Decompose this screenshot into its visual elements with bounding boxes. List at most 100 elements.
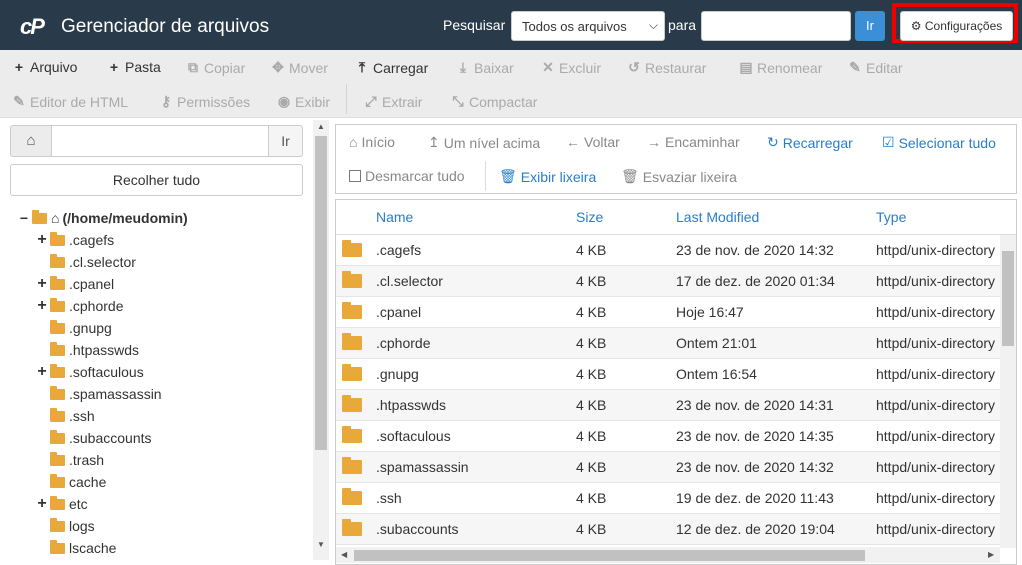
folder-icon (50, 451, 65, 466)
permissions-button[interactable]: ⚷ Permissões (159, 93, 250, 110)
tree-item[interactable]: + .cphorde (36, 295, 123, 317)
move-button[interactable]: ✥ Mover (271, 59, 328, 76)
left-scrollbar[interactable]: ▲ ▼ (313, 120, 329, 560)
table-row[interactable]: .softaculous 4 KB 23 de nov. de 2020 14:35… (336, 421, 1000, 452)
table-row[interactable]: .spamassassin 4 KB 23 de nov. de 2020 14:3… (336, 452, 1000, 483)
tree-item[interactable]: .trash (36, 449, 104, 471)
table-row[interactable]: .subaccounts 4 KB 12 de dez. de 2020 19:04… (336, 514, 1000, 545)
new-file-button[interactable]: + Arquivo (12, 59, 78, 75)
download-button[interactable]: ⤓ Baixar (456, 59, 514, 76)
rename-button[interactable]: ▤ Renomear (739, 59, 822, 76)
chevron-down-icon: ⌵ (648, 18, 658, 32)
new-folder-button[interactable]: + Pasta (107, 59, 161, 75)
tree-item[interactable]: cache (36, 471, 106, 493)
expand-toggle-icon[interactable]: + (36, 295, 48, 317)
path-input[interactable] (51, 125, 269, 157)
tree-item[interactable]: .htpasswds (36, 339, 139, 361)
tree-item[interactable]: .subaccounts (36, 427, 152, 449)
table-row[interactable]: .cphorde 4 KB Ontem 21:01 httpd/unix-direct… (336, 328, 1000, 359)
path-go-button[interactable]: Ir (268, 125, 303, 157)
table-row[interactable]: .cl.selector 4 KB 17 de dez. de 2020 01:34… (336, 266, 1000, 297)
scroll-left-icon[interactable]: ◀ (341, 550, 347, 559)
search-input[interactable] (701, 11, 851, 41)
plus-icon: + (109, 59, 119, 75)
reload-button[interactable]: ↻ Recarregar (767, 134, 853, 151)
restore-button[interactable]: ↺ Restaurar (627, 59, 706, 76)
select-all-button[interactable]: ☑ Selecionar tudo (882, 134, 996, 151)
home-icon[interactable]: ⌂ (10, 125, 52, 157)
table-row[interactable]: .gnupg 4 KB Ontem 16:54 httpd/unix-director… (336, 359, 1000, 390)
file-last-modified: 23 de nov. de 2020 14:31 (676, 397, 834, 413)
column-header-name[interactable]: Name (376, 200, 413, 235)
file-name: .softaculous (376, 428, 451, 444)
expand-toggle-icon[interactable]: + (36, 361, 48, 383)
tree-item-label: etc (69, 496, 88, 512)
upload-button[interactable]: ⤒ Carregar (355, 59, 428, 76)
table-row[interactable]: .cpanel 4 KB Hoje 16:47 httpd/unix-director… (336, 297, 1000, 328)
tree-item[interactable]: .cl.selector (36, 251, 136, 273)
search-scope-select[interactable]: Todos os arquivos ⌵ (511, 11, 665, 41)
column-header-type[interactable]: Type (876, 200, 906, 235)
table-row[interactable]: .cagefs 4 KB 23 de nov. de 2020 14:32 httpd… (336, 235, 1000, 266)
scroll-up-icon[interactable]: ▲ (317, 122, 325, 131)
file-name: .htpasswds (376, 397, 447, 413)
file-type: httpd/unix-directory (876, 273, 996, 289)
nav-forward-button[interactable]: → Encaminhar (647, 134, 740, 150)
table-horizontal-scrollbar-thumb[interactable] (354, 550, 865, 561)
expand-toggle-icon[interactable]: + (36, 273, 48, 295)
tree-item-label: .subaccounts (69, 430, 152, 446)
search-go-button[interactable]: Ir (855, 11, 885, 41)
tree-item[interactable]: .spamassassin (36, 383, 162, 405)
tree-item[interactable]: + .cpanel (36, 273, 114, 295)
file-last-modified: Ontem 21:01 (676, 335, 757, 351)
table-vertical-scrollbar[interactable] (1000, 235, 1016, 548)
empty-trash-button[interactable]: 🗑 Esvaziar lixeira (621, 168, 737, 185)
folder-icon (342, 395, 362, 412)
edit-button[interactable]: ✎ Editar (848, 59, 902, 76)
arrow-right-icon: → (647, 134, 661, 150)
html-editor-button[interactable]: ✎ Editor de HTML (12, 93, 128, 110)
table-horizontal-scrollbar[interactable]: ◀ ▶ (336, 547, 1000, 563)
scroll-right-icon[interactable]: ▶ (988, 550, 994, 559)
compress-button[interactable]: ⤡ Compactar (451, 93, 537, 110)
table-row[interactable]: .htpasswds 4 KB 23 de nov. de 2020 14:31 ht… (336, 390, 1000, 421)
settings-button[interactable]: ⚙ Configurações (900, 11, 1013, 41)
move-icon: ✥ (272, 59, 284, 75)
tree-item[interactable]: .ssh (36, 405, 95, 427)
show-trash-button[interactable]: 🗑 Exibir lixeira (499, 168, 596, 185)
tree-item[interactable]: .gnupg (36, 317, 112, 339)
deselect-all-button[interactable]: Desmarcar tudo (349, 168, 465, 184)
file-last-modified: 12 de dez. de 2020 19:04 (676, 521, 835, 537)
scroll-down-icon[interactable]: ▼ (317, 540, 325, 549)
trash-icon: 🗑 (621, 168, 639, 184)
nav-up-button[interactable]: ↥ Um nível acima (428, 134, 540, 151)
file-type: httpd/unix-directory (876, 304, 996, 320)
column-header-size[interactable]: Size (576, 200, 603, 235)
table-vertical-scrollbar-thumb[interactable] (1002, 251, 1014, 346)
table-row[interactable]: .ssh 4 KB 19 de dez. de 2020 11:43 httpd/un… (336, 483, 1000, 514)
tree-item[interactable]: logs (36, 515, 95, 537)
cpanel-logo: cP (20, 14, 45, 39)
nav-back-button[interactable]: ← Voltar (566, 134, 620, 150)
file-type: httpd/unix-directory (876, 335, 996, 351)
delete-button[interactable]: ✕ Excluir (541, 59, 601, 76)
column-header-last-modified[interactable]: Last Modified (676, 200, 759, 235)
tree-item[interactable]: lscache (36, 537, 116, 559)
collapse-toggle-icon[interactable]: − (18, 210, 30, 226)
expand-toggle-icon[interactable]: + (36, 229, 48, 251)
nav-home-button[interactable]: ⌂ Início (349, 134, 395, 150)
left-scrollbar-thumb[interactable] (315, 136, 327, 450)
file-last-modified: 23 de nov. de 2020 14:35 (676, 428, 834, 444)
collapse-all-button[interactable]: Recolher tudo (10, 164, 303, 196)
tree-item[interactable]: + etc (36, 493, 88, 515)
copy-button[interactable]: ⧉ Copiar (186, 59, 245, 76)
folder-icon (50, 363, 65, 378)
tree-item[interactable]: + .softaculous (36, 361, 143, 383)
extract-button[interactable]: ⤢ Extrair (364, 93, 422, 110)
tree-root[interactable]: − ⌂ (/home/meudomin) (18, 207, 188, 229)
view-button[interactable]: ◉ Exibir (277, 93, 330, 110)
expand-toggle-icon[interactable]: + (36, 493, 48, 515)
tree-item-label: .gnupg (69, 320, 112, 336)
folder-icon (50, 473, 65, 488)
tree-item[interactable]: + .cagefs (36, 229, 114, 251)
